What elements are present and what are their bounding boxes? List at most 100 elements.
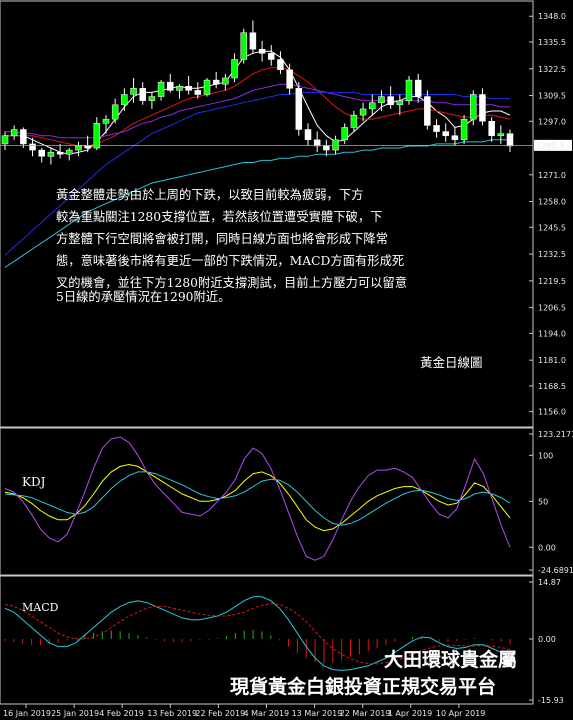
- candle-body: [66, 149, 73, 155]
- candle: [295, 82, 303, 136]
- y-tick-label: 1297.0: [538, 117, 566, 126]
- x-tick-label: 4 Mar 2019: [244, 709, 290, 718]
- macd-label: MACD: [22, 601, 59, 614]
- candle-body: [1, 135, 9, 145]
- candle-body: [258, 48, 266, 54]
- x-tick-label: 25 Jan 2019: [51, 709, 99, 718]
- candle-body: [10, 129, 18, 136]
- candle-body: [414, 79, 422, 97]
- y-tick-label: 1194.0: [538, 329, 566, 338]
- candle-body: [249, 32, 257, 50]
- candle-body: [203, 79, 211, 95]
- last-price-label: 1285.3: [536, 141, 564, 150]
- candle-body: [84, 145, 91, 149]
- candle-body: [451, 135, 459, 141]
- candle-body: [130, 88, 137, 95]
- candle-body: [222, 77, 229, 85]
- watermark-line-1: 大田環球貴金屬: [384, 648, 517, 671]
- candle-body: [111, 104, 119, 120]
- analysis-line-1: 黃金整體走勢由於上周的下跌，以致目前較為疲弱，下方: [56, 187, 363, 202]
- candle-body: [194, 90, 202, 95]
- candle-body: [442, 131, 449, 136]
- analysis-line-6: 5日線的承壓情況在1290附近。: [56, 289, 230, 304]
- candle-body: [304, 129, 312, 141]
- x-tick-label: 4 Feb 2019: [99, 709, 144, 718]
- y-tick-label: 1335.5: [538, 38, 566, 47]
- candle-body: [387, 96, 394, 106]
- candle: [203, 78, 211, 97]
- candle-body: [139, 88, 146, 101]
- candle-body: [75, 145, 82, 151]
- candle-body: [38, 149, 45, 157]
- candle-body: [167, 81, 174, 91]
- y-tick-label: 1156.0: [538, 408, 566, 417]
- candle-body: [350, 114, 358, 128]
- y-tick-label: 1348.0: [538, 12, 566, 21]
- candle-body: [121, 94, 128, 106]
- candle-body: [433, 125, 440, 132]
- x-tick-label: 10 Apr 2019: [436, 709, 485, 718]
- y-tick-label: 1258.0: [538, 198, 566, 207]
- candle-body: [506, 133, 514, 147]
- kdj-label: KDJ: [22, 475, 46, 489]
- candle-body: [20, 129, 27, 145]
- x-tick-label: 13 Feb 2019: [147, 709, 197, 718]
- candle-body: [102, 118, 110, 124]
- y-tick-label: 1219.5: [538, 277, 566, 286]
- candle-body: [268, 53, 275, 60]
- y-tick-label: 1322.5: [538, 65, 566, 74]
- candle-body: [396, 100, 404, 106]
- y-tick-label: -24.6891: [538, 566, 573, 575]
- y-tick-label: 1245.5: [538, 223, 566, 232]
- y-tick-label: -15.93: [538, 696, 564, 705]
- candle-body: [479, 94, 486, 122]
- candle-body: [295, 88, 303, 130]
- candle: [405, 75, 413, 105]
- chart-caption: 黃金日線圖: [420, 355, 483, 370]
- candle-body: [405, 79, 413, 101]
- x-tick-label: 22 Mar 2019: [340, 709, 391, 718]
- y-tick-label: 100: [538, 451, 553, 460]
- candle-body: [29, 143, 36, 151]
- candle-body: [148, 96, 156, 101]
- candle-body: [56, 151, 64, 155]
- y-tick-label: 1309.5: [538, 92, 566, 101]
- candle-body: [323, 145, 330, 151]
- candle: [240, 28, 247, 64]
- analysis-line-4: 態，意味著後市將有更近一部的下跌情況，MACD方面有形成死: [56, 253, 404, 268]
- y-tick-label: 1232.5: [538, 250, 566, 259]
- y-tick-label: 1168.5: [538, 382, 566, 391]
- candle-body: [470, 94, 477, 120]
- y-tick-label: 0.00: [538, 635, 556, 644]
- candle: [460, 115, 468, 144]
- x-tick-label: 13 Mar 2019: [292, 709, 343, 718]
- candle-body: [176, 86, 183, 91]
- candle-body: [332, 139, 339, 151]
- analysis-line-5: 叉的機會，並往下方1280附近支撐測試，目前上方壓力可以留意: [56, 275, 407, 290]
- y-tick-label: 50: [538, 497, 548, 506]
- candle-body: [369, 102, 376, 110]
- candle-body: [93, 123, 101, 149]
- candle-body: [341, 127, 348, 141]
- analysis-line-3: 方整體下行空間將會被打開，同時日線方面也將會形成下降常: [56, 231, 388, 246]
- candle-body: [497, 133, 505, 136]
- x-tick-label: 22 Feb 2019: [195, 709, 245, 718]
- candle-body: [378, 96, 385, 103]
- y-tick-label: 123.2171: [538, 430, 573, 439]
- candle-body: [240, 32, 247, 60]
- candle-body: [157, 81, 165, 97]
- candle-body: [185, 86, 192, 91]
- candle-body: [47, 151, 55, 157]
- watermark-line-2: 現貨黃金白銀投資正規交易平台: [230, 675, 496, 698]
- y-tick-label: 1206.5: [538, 304, 566, 313]
- y-tick-label: 1271.0: [538, 171, 566, 180]
- y-tick-label: 14.87: [538, 578, 561, 587]
- candle-body: [424, 96, 431, 126]
- candle-body: [359, 108, 367, 116]
- candle-body: [286, 69, 293, 89]
- analysis-line-2: 較為重點關注1280支撐位置，若然該位置遭受實體下破，下: [56, 209, 382, 224]
- gold-daily-chart: KDJ MACD 1348.0 1335.5 1322.5 1309.5 1297.0 1…: [0, 0, 573, 720]
- x-tick-label: 16 Jan 2019: [3, 709, 51, 718]
- candle-body: [231, 59, 238, 79]
- x-tick-label: 1 Apr 2019: [388, 709, 432, 718]
